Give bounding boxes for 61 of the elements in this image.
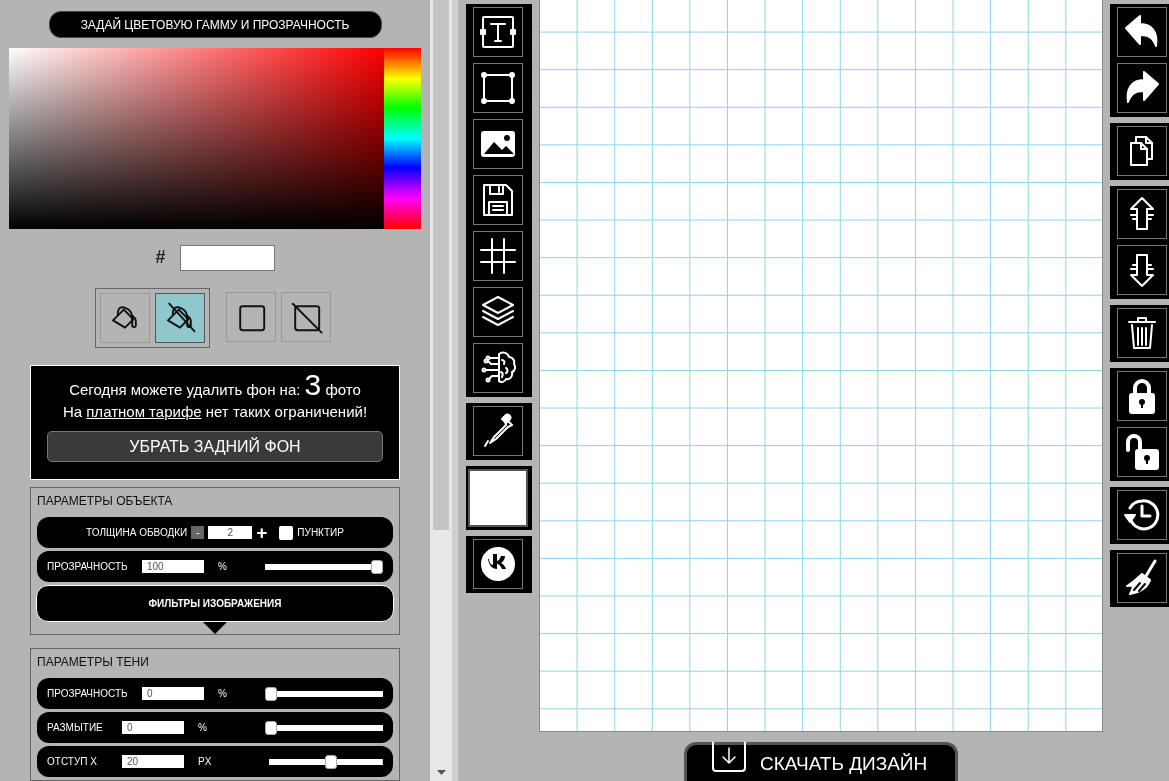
download-button[interactable]: СКАЧАТЬ ДИЗАЙН <box>684 741 958 781</box>
hex-input[interactable] <box>179 244 275 271</box>
section-title: ПАРАМЕТРЫ ТЕНИ <box>37 654 150 671</box>
toggle-button[interactable] <box>281 292 331 342</box>
tool-button[interactable] <box>1117 7 1167 57</box>
tool-button[interactable] <box>473 7 523 57</box>
tool-button[interactable] <box>473 406 523 456</box>
tool-button[interactable] <box>1117 490 1167 540</box>
tool-button[interactable] <box>473 287 523 337</box>
slider-thumb[interactable] <box>264 720 277 735</box>
section-title: ПАРАМЕТРЫ ОБЪЕКТА <box>37 493 174 510</box>
tool-button[interactable] <box>1117 63 1167 113</box>
param-input[interactable]: 100 <box>142 560 204 573</box>
tool-button[interactable] <box>1117 189 1167 239</box>
param-label: ПРОЗРАЧНОСТЬ <box>47 687 129 701</box>
social-logo-icon <box>478 544 518 584</box>
tool-button[interactable] <box>1117 126 1167 176</box>
param-label: ОТСТУП X <box>47 755 98 769</box>
dashed-checkbox[interactable] <box>279 525 294 540</box>
param-label: ПРОЗРАЧНОСТЬ <box>47 560 129 574</box>
saturation-field[interactable] <box>9 48 384 229</box>
promo-text: На платном тарифе нет таких ограничений! <box>61 402 369 422</box>
unit-label: % <box>198 721 207 735</box>
promo-text: Сегодня можете удалить фон на:3 фото <box>68 374 362 401</box>
tool-button[interactable] <box>1117 371 1167 421</box>
scroll-down-icon[interactable] <box>436 770 446 775</box>
toggle-button[interactable] <box>100 293 150 343</box>
stroke-width-input[interactable]: 2 <box>208 526 253 539</box>
toggle-button[interactable] <box>226 292 276 342</box>
slider-thumb[interactable] <box>325 754 338 769</box>
unit-label: % <box>218 560 227 574</box>
tool-button[interactable] <box>473 539 523 589</box>
scrollbar-thumb[interactable] <box>433 0 449 530</box>
tool-button[interactable] <box>473 119 523 169</box>
download-arrow-icon <box>721 746 737 765</box>
slider-thumb[interactable] <box>371 559 383 574</box>
unit-label: % <box>218 687 227 701</box>
pricing-link[interactable]: платном тарифе <box>86 403 202 420</box>
grid-icon <box>478 236 518 276</box>
param-input[interactable]: 0 <box>142 687 204 700</box>
tool-button[interactable] <box>1117 245 1167 295</box>
dashed-label: ПУНКТИР <box>297 526 344 540</box>
tool-button[interactable] <box>473 343 523 393</box>
unit-label: PX <box>198 755 212 769</box>
tool-button[interactable] <box>473 175 523 225</box>
tool-button[interactable] <box>1117 427 1167 477</box>
slider-thumb[interactable] <box>264 686 277 701</box>
param-label: РАЗМЫТИЕ <box>47 721 104 735</box>
remove-background-button[interactable]: УБРАТЬ ЗАДНИЙ ФОН <box>47 431 383 462</box>
tool-button[interactable] <box>1117 308 1167 358</box>
tool-button[interactable] <box>1117 553 1167 603</box>
toggle-button[interactable] <box>155 293 205 343</box>
param-input[interactable]: 0 <box>122 721 184 734</box>
increase-button[interactable]: + <box>256 526 268 539</box>
tool-button[interactable] <box>473 63 523 113</box>
stroke-width-label: ТОЛЩИНА ОБВОДКИ <box>86 526 188 540</box>
decrease-button[interactable]: - <box>191 526 205 539</box>
param-input[interactable]: 20 <box>122 755 184 768</box>
hex-label: # <box>155 246 166 269</box>
panel-title: ЗАДАЙ ЦВЕТОВУЮ ГАММУ И ПРОЗРАЧНОСТЬ <box>48 11 382 39</box>
tool-button[interactable] <box>473 231 523 281</box>
